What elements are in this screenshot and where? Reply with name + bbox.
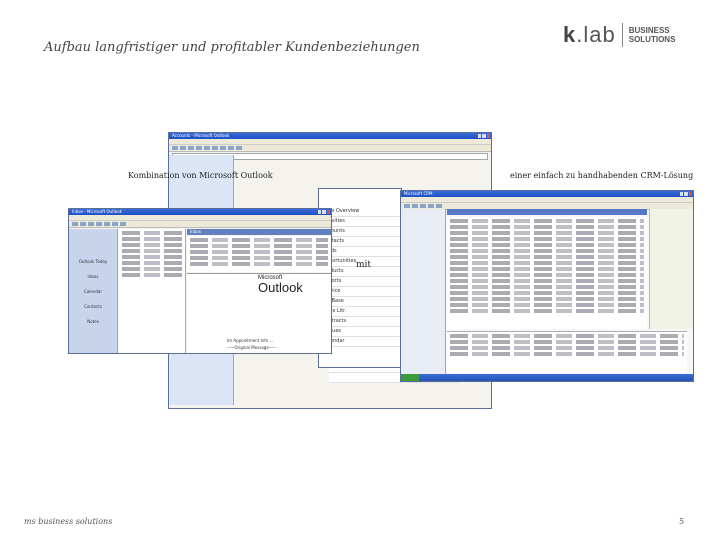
logo-divider	[621, 23, 623, 47]
mail-preview-line-1: Im Appointment Info ...	[227, 338, 274, 343]
mail-preview-line-2: -----Original Message-----	[227, 345, 276, 350]
logo-mark: k.lab	[563, 22, 616, 47]
nav-contacts[interactable]: Contacts	[69, 304, 117, 309]
message-list[interactable]	[187, 236, 331, 272]
nav-inbox[interactable]: Inbox	[69, 274, 117, 279]
crm-title-bar[interactable]: Microsoft CRM	[401, 191, 693, 197]
crm-window: Microsoft CRM	[400, 190, 694, 382]
crm-detail-pane	[447, 331, 687, 372]
folder-list	[119, 229, 186, 353]
start-button[interactable]	[401, 374, 419, 381]
nav-calendar[interactable]: Calendar	[69, 289, 117, 294]
toolbar[interactable]	[169, 145, 491, 152]
caption-left: Kombination von Microsoft Outlook	[128, 171, 273, 180]
page-number: 5	[679, 517, 685, 526]
taskbar	[401, 374, 693, 381]
inbox-title-bar[interactable]: Inbox - Microsoft Outlook	[69, 209, 331, 215]
crm-activity-list[interactable]	[447, 217, 647, 329]
company-logo: k.lab BUSINESS SOLUTIONS	[563, 22, 675, 48]
caption-mit: mit	[356, 260, 372, 270]
crm-right-pane	[649, 209, 693, 329]
crm-main-header	[447, 209, 647, 215]
inbox-header: Inbox	[187, 229, 331, 235]
caption-right: einer einfach zu handhabenden CRM-Lösung	[510, 171, 694, 180]
logo-subtitle: BUSINESS SOLUTIONS	[628, 26, 676, 44]
outlook-bar: Outlook Today Inbox Calendar Contacts No…	[69, 229, 118, 353]
nav-outlook-today[interactable]: Outlook Today	[69, 259, 117, 264]
crm-left-pane	[401, 209, 446, 381]
slide-title: Aufbau langfristiger und profitabler Kun…	[44, 40, 420, 55]
nav-notes[interactable]: Notes	[69, 319, 117, 324]
outlook-logo: Outlook	[258, 280, 303, 295]
window-title-bar[interactable]: Accounts - Microsoft Outlook	[169, 133, 491, 139]
footer-company: ms business solutions	[24, 517, 113, 526]
inbox-toolbar[interactable]	[69, 221, 331, 228]
